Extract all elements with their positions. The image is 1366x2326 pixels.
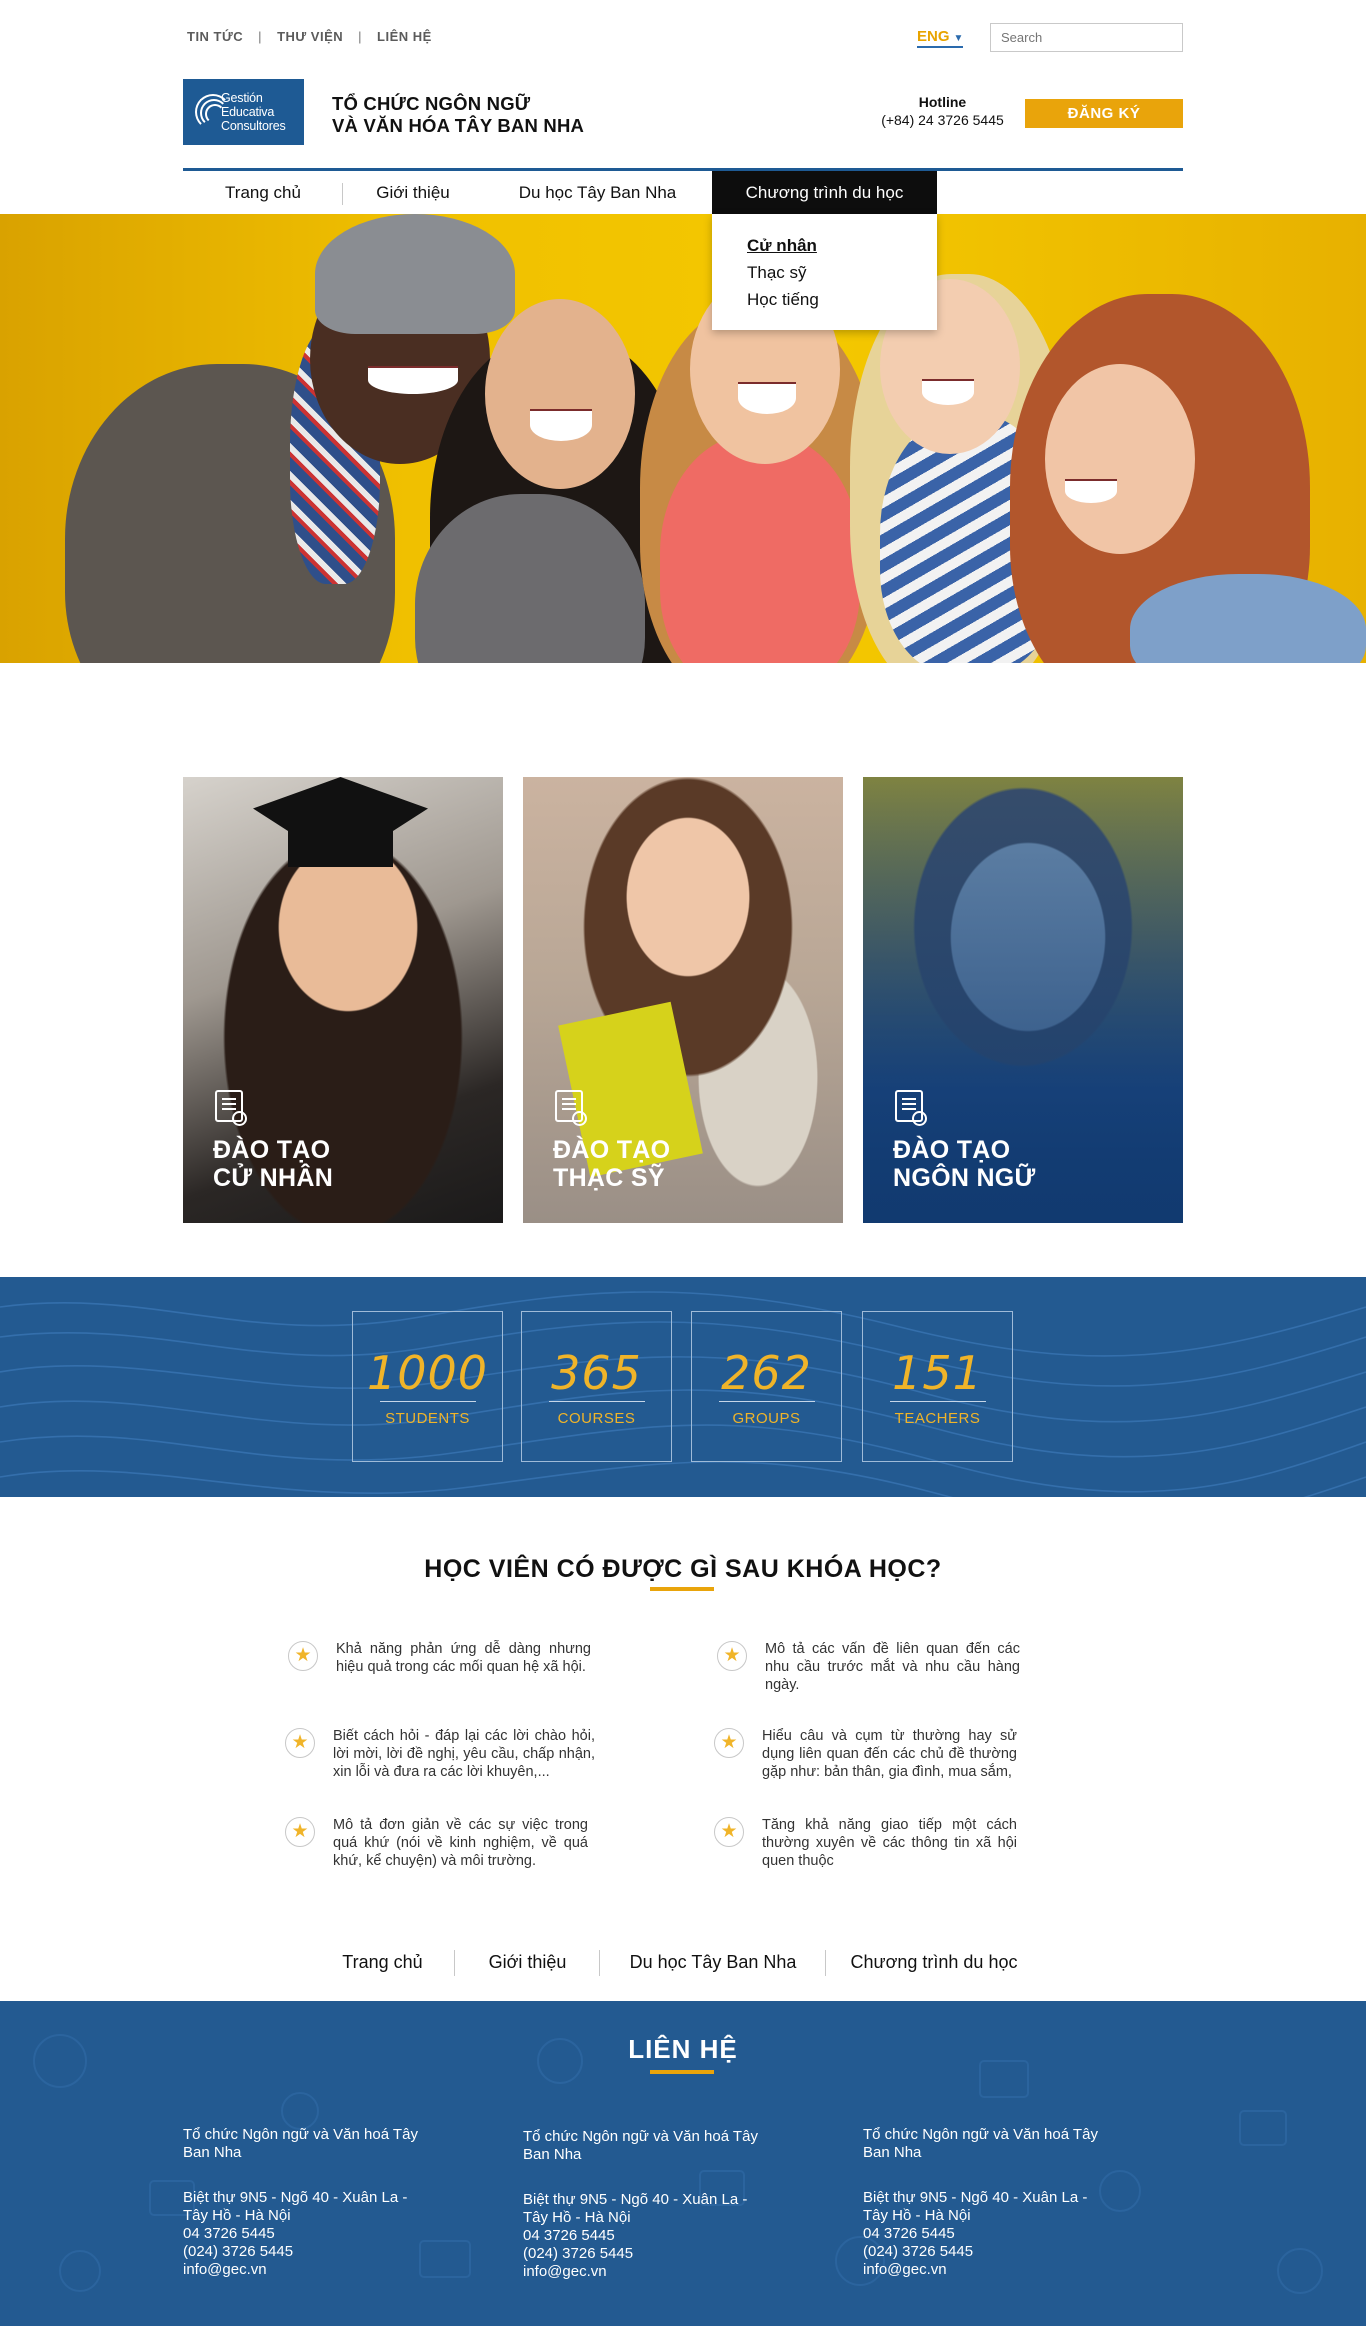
benefit-text: Tăng khả năng giao tiếp một cách thường … bbox=[762, 1817, 1017, 1869]
organization-name-line2: VÀ VĂN HÓA TÂY BAN NHA bbox=[332, 115, 585, 136]
footer-nav-study-spain[interactable]: Du học Tây Ban Nha bbox=[600, 1942, 826, 1982]
contact-column: Tổ chức Ngôn ngữ và Văn hoá Tây Ban Nha … bbox=[863, 2126, 1113, 2279]
course-card-bachelor[interactable]: ĐÀO TẠO CỬ NHÂN bbox=[183, 777, 503, 1223]
star-icon: ★ bbox=[714, 1728, 744, 1758]
benefit-text: Hiểu câu và cụm từ thường hay sử dụng li… bbox=[762, 1728, 1017, 1780]
footer-nav: Trang chủ Giới thiệu Du học Tây Ban Nha … bbox=[310, 1942, 1050, 1982]
top-link-news[interactable]: TIN TỨC bbox=[187, 29, 243, 44]
hotline-number[interactable]: (+84) 24 3726 5445 bbox=[860, 111, 1025, 129]
diploma-icon bbox=[215, 1090, 247, 1126]
benefit-text: Mô tả đơn giản về các sự việc trong quá … bbox=[333, 1817, 588, 1869]
stat-label: TEACHERS bbox=[894, 1410, 981, 1427]
benefit-item: ★ Biết cách hỏi - đáp lại các lời chào h… bbox=[285, 1727, 595, 1781]
stat-value: 151 bbox=[892, 1346, 983, 1400]
top-link-library[interactable]: THƯ VIỆN bbox=[277, 29, 343, 44]
star-icon: ★ bbox=[288, 1641, 318, 1671]
top-link-separator: | bbox=[258, 29, 263, 44]
contact-section: LIÊN HỆ Tổ chức Ngôn ngữ và Văn hoá Tây … bbox=[0, 2001, 1366, 2326]
main-nav: Trang chủ Giới thiệu Du học Tây Ban Nha … bbox=[183, 171, 1183, 214]
benefit-item: ★ Tăng khả năng giao tiếp một cách thườn… bbox=[714, 1816, 1017, 1870]
organization-name-line1: TỔ CHỨC NGÔN NGỮ bbox=[332, 93, 531, 114]
organization-name: TỔ CHỨC NGÔN NGỮ VÀ VĂN HÓA TÂY BAN NHA bbox=[332, 93, 584, 137]
language-switcher[interactable]: ENG ▼ bbox=[917, 28, 964, 48]
benefit-text: Mô tả các vấn đề liên quan đến các nhu c… bbox=[765, 1641, 1020, 1693]
contact-column: Tổ chức Ngôn ngữ và Văn hoá Tây Ban Nha … bbox=[183, 2126, 433, 2279]
course-card-language[interactable]: ĐÀO TẠO NGÔN NGỮ bbox=[863, 777, 1183, 1223]
contact-column: Tổ chức Ngôn ngữ và Văn hoá Tây Ban Nha … bbox=[523, 2128, 773, 2281]
stat-value: 1000 bbox=[366, 1346, 489, 1400]
logo-mark bbox=[191, 88, 231, 136]
stat-groups: 262 GROUPS bbox=[691, 1311, 842, 1462]
dropdown-item-language[interactable]: Học tiếng bbox=[747, 286, 937, 313]
star-icon: ★ bbox=[285, 1817, 315, 1847]
star-icon: ★ bbox=[717, 1641, 747, 1671]
top-bar: TIN TỨC | THƯ VIỆN | LIÊN HỆ ENG ▼ bbox=[183, 22, 1183, 54]
hero-face bbox=[485, 299, 635, 489]
stat-students: 1000 STUDENTS bbox=[352, 1311, 503, 1462]
benefits-heading: HỌC VIÊN CÓ ĐƯỢC GÌ SAU KHÓA HỌC? bbox=[424, 1555, 942, 1583]
stat-value: 365 bbox=[551, 1346, 642, 1400]
nav-item-about[interactable]: Giới thiệu bbox=[343, 171, 483, 214]
course-card-master[interactable]: ĐÀO TẠO THẠC SỸ bbox=[523, 777, 843, 1223]
benefit-text: Biết cách hỏi - đáp lại các lời chào hỏi… bbox=[333, 1728, 595, 1780]
stat-label: STUDENTS bbox=[385, 1410, 470, 1427]
contact-phone[interactable]: (024) 3726 5445 bbox=[523, 2245, 773, 2263]
card-title: ĐÀO TẠO CỬ NHÂN bbox=[213, 1136, 334, 1192]
contact-phone[interactable]: (024) 3726 5445 bbox=[863, 2243, 1113, 2261]
nav-item-study-spain[interactable]: Du học Tây Ban Nha bbox=[483, 171, 712, 214]
star-icon: ★ bbox=[714, 1817, 744, 1847]
contact-email[interactable]: info@gec.vn bbox=[523, 2263, 773, 2281]
programs-dropdown: Cử nhân Thạc sỹ Học tiếng bbox=[712, 214, 937, 330]
logo[interactable]: Gestión Educativa Consultores bbox=[183, 79, 304, 145]
language-label: ENG bbox=[917, 28, 950, 45]
card-title: ĐÀO TẠO THẠC SỸ bbox=[553, 1136, 671, 1192]
benefit-item: ★ Hiểu câu và cụm từ thường hay sử dụng … bbox=[714, 1727, 1017, 1781]
wave-pattern bbox=[0, 1291, 1366, 1497]
stats-section: 1000 STUDENTS 365 COURSES 262 GROUPS 151… bbox=[0, 1277, 1366, 1497]
contact-phone[interactable]: 04 3726 5445 bbox=[523, 2227, 773, 2245]
nav-item-programs[interactable]: Chương trình du học bbox=[712, 171, 937, 214]
stat-teachers: 151 TEACHERS bbox=[862, 1311, 1013, 1462]
stat-value: 262 bbox=[721, 1346, 812, 1400]
contact-phone[interactable]: 04 3726 5445 bbox=[183, 2225, 433, 2243]
contact-phone[interactable]: (024) 3726 5445 bbox=[183, 2243, 433, 2261]
contact-phone[interactable]: 04 3726 5445 bbox=[863, 2225, 1113, 2243]
star-icon: ★ bbox=[285, 1728, 315, 1758]
top-links: TIN TỨC | THƯ VIỆN | LIÊN HỆ bbox=[187, 29, 432, 44]
contact-email[interactable]: info@gec.vn bbox=[863, 2261, 1113, 2279]
heading-underline bbox=[650, 1587, 714, 1591]
contact-email[interactable]: info@gec.vn bbox=[183, 2261, 433, 2279]
footer-nav-about[interactable]: Giới thiệu bbox=[455, 1942, 600, 1982]
contact-title: LIÊN HỆ bbox=[628, 2034, 738, 2064]
stat-label: GROUPS bbox=[732, 1410, 801, 1427]
nav-item-home[interactable]: Trang chủ bbox=[183, 171, 343, 214]
register-button[interactable]: ĐĂNG KÝ bbox=[1025, 99, 1183, 128]
hero-face bbox=[1045, 364, 1195, 554]
top-link-separator: | bbox=[358, 29, 363, 44]
hero-image bbox=[0, 214, 1366, 663]
benefit-item: ★ Mô tả các vấn đề liên quan đến các nhu… bbox=[717, 1640, 1020, 1694]
hotline: Hotline (+84) 24 3726 5445 bbox=[860, 93, 1025, 129]
benefit-item: ★ Khả năng phản ứng dễ dàng nhưng hiệu q… bbox=[288, 1640, 591, 1676]
dropdown-item-bachelor[interactable]: Cử nhân bbox=[747, 232, 937, 259]
footer-nav-home[interactable]: Trang chủ bbox=[310, 1942, 455, 1982]
chevron-down-icon: ▼ bbox=[953, 33, 964, 44]
search-input[interactable] bbox=[990, 23, 1183, 52]
diploma-icon bbox=[555, 1090, 587, 1126]
top-link-contact[interactable]: LIÊN HỆ bbox=[377, 29, 432, 44]
diploma-icon bbox=[895, 1090, 927, 1126]
footer-nav-programs[interactable]: Chương trình du học bbox=[826, 1942, 1042, 1982]
beanie bbox=[315, 214, 515, 334]
benefit-text: Khả năng phản ứng dễ dàng nhưng hiệu quả… bbox=[336, 1641, 591, 1675]
card-title: ĐÀO TẠO NGÔN NGỮ bbox=[893, 1136, 1036, 1192]
stat-label: COURSES bbox=[557, 1410, 636, 1427]
contact-title-underline bbox=[650, 2070, 714, 2074]
dropdown-item-master[interactable]: Thạc sỹ bbox=[747, 259, 937, 286]
stat-courses: 365 COURSES bbox=[521, 1311, 672, 1462]
benefit-item: ★ Mô tả đơn giản về các sự việc trong qu… bbox=[285, 1816, 588, 1870]
hotline-label: Hotline bbox=[918, 94, 967, 110]
